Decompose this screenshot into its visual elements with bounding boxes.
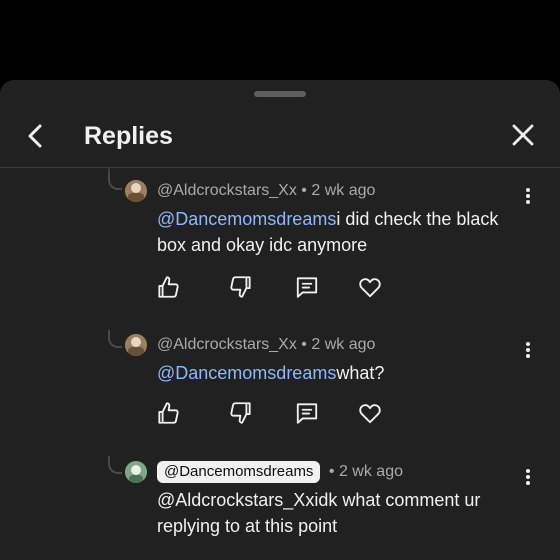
heart-button[interactable] xyxy=(357,274,383,300)
avatar[interactable] xyxy=(125,180,147,202)
timestamp: 2 wk ago xyxy=(338,463,403,480)
close-button[interactable] xyxy=(508,120,538,150)
comment-icon xyxy=(296,403,318,424)
reply-actions xyxy=(0,274,560,304)
mention-link[interactable]: @Aldcrockstars_Xx xyxy=(157,490,314,510)
avatar-image xyxy=(125,334,147,356)
mention-link[interactable]: @Dancemomsdreams xyxy=(157,363,336,383)
timestamp: 2 wk ago xyxy=(311,182,376,199)
drag-handle[interactable] xyxy=(254,91,306,97)
thread-connector xyxy=(108,172,122,190)
heart-icon xyxy=(359,278,381,298)
meta-separator: • xyxy=(301,336,307,353)
page-title: Replies xyxy=(84,122,173,150)
dislike-button[interactable] xyxy=(228,274,254,300)
more-options-button[interactable] xyxy=(522,467,534,489)
more-options-button[interactable] xyxy=(522,186,534,208)
heart-button[interactable] xyxy=(357,400,383,426)
meta-separator: • xyxy=(328,463,335,480)
reply-meta: @Aldcrockstars_Xx • 2 wk ago xyxy=(157,180,375,202)
back-button[interactable] xyxy=(20,120,52,152)
header-divider xyxy=(0,167,560,168)
more-vertical-icon xyxy=(522,342,534,358)
avatar-image xyxy=(125,180,147,202)
reply-button[interactable] xyxy=(294,400,320,426)
reply-button[interactable] xyxy=(294,274,320,300)
author-handle[interactable]: @Aldcrockstars_Xx xyxy=(157,182,297,199)
replies-sheet: Replies @Aldcrockstars_Xx • 2 wk ago @Da xyxy=(0,80,560,560)
reply-actions xyxy=(0,400,560,430)
thumbs-up-icon xyxy=(158,402,179,424)
reply-text: @Dancemomsdreamswhat? xyxy=(157,360,527,386)
like-button[interactable] xyxy=(155,274,181,300)
dislike-button[interactable] xyxy=(228,400,254,426)
chevron-left-icon xyxy=(28,124,42,148)
avatar[interactable] xyxy=(125,461,147,483)
reply-text: @Dancemomsdreamsi did check the black bo… xyxy=(157,206,527,258)
author-handle[interactable]: @Aldcrockstars_Xx xyxy=(157,336,297,353)
comment-icon xyxy=(296,277,318,298)
timestamp: 2 wk ago xyxy=(311,336,376,353)
reply-text: @Aldcrockstars_Xxidk what comment ur rep… xyxy=(157,487,527,539)
thumbs-down-icon xyxy=(230,402,251,424)
thread-connector xyxy=(108,330,122,348)
meta-separator: • xyxy=(301,182,307,199)
reply-message: what? xyxy=(336,363,385,383)
reply-meta: @Dancemomsdreams • 2 wk ago xyxy=(157,461,403,483)
mention-link[interactable]: @Dancemomsdreams xyxy=(157,209,336,229)
thread-connector xyxy=(108,456,122,474)
author-handle-chip[interactable]: @Dancemomsdreams xyxy=(157,461,321,483)
sheet-header: Replies xyxy=(0,104,560,168)
heart-icon xyxy=(359,404,381,424)
more-options-button[interactable] xyxy=(522,340,534,362)
thumbs-down-icon xyxy=(230,276,251,298)
avatar[interactable] xyxy=(125,334,147,356)
more-vertical-icon xyxy=(522,469,534,485)
like-button[interactable] xyxy=(155,400,181,426)
more-vertical-icon xyxy=(522,188,534,204)
thumbs-up-icon xyxy=(158,276,179,298)
close-icon xyxy=(512,124,534,146)
reply-meta: @Aldcrockstars_Xx • 2 wk ago xyxy=(157,334,375,356)
avatar-image xyxy=(125,461,147,483)
